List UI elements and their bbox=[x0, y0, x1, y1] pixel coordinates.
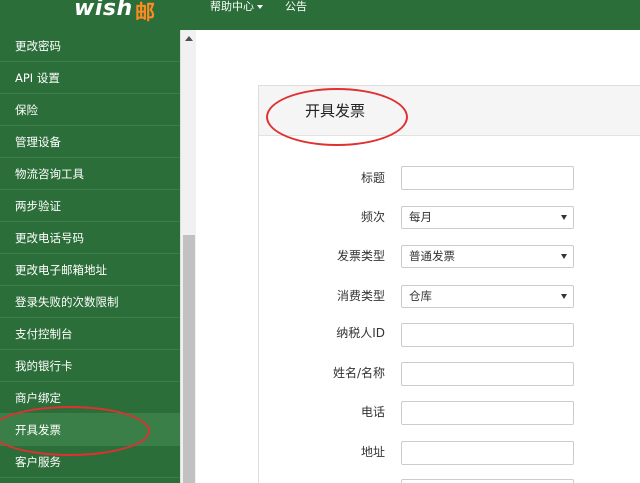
top-nav-bar: wish 邮 帮助中心 公告 bbox=[0, 0, 640, 30]
logo-cn-glyph: 邮 bbox=[135, 0, 155, 24]
sidebar-scrollbar[interactable] bbox=[180, 30, 196, 483]
sidebar-item-api-settings[interactable]: API 设置 bbox=[0, 62, 180, 94]
taxpayer-id-input[interactable] bbox=[401, 323, 574, 347]
sidebar-item-insurance[interactable]: 保险 bbox=[0, 94, 180, 126]
sidebar-item-change-phone[interactable]: 更改电话号码 bbox=[0, 222, 180, 254]
invoice-type-select[interactable]: 普通发票 bbox=[401, 245, 574, 268]
notice-link[interactable]: 公告 bbox=[285, 0, 307, 14]
dropdown-arrow-icon bbox=[561, 215, 567, 220]
name-label: 姓名/名称 bbox=[332, 366, 385, 380]
phone-input[interactable] bbox=[401, 401, 574, 425]
dropdown-arrow-icon bbox=[561, 294, 567, 299]
sidebar-item-login-failure-limit[interactable]: 登录失败的次数限制 bbox=[0, 286, 180, 318]
sidebar-item-two-step-verification[interactable]: 两步验证 bbox=[0, 190, 180, 222]
sidebar-item-logistics-tool[interactable]: 物流咨询工具 bbox=[0, 158, 180, 190]
scroll-up-arrow-icon[interactable] bbox=[185, 36, 193, 41]
sidebar-item-manage-devices[interactable]: 管理设备 bbox=[0, 126, 180, 158]
frequency-selected-value: 每月 bbox=[409, 210, 432, 224]
sidebar-item-payment-console[interactable]: 支付控制台 bbox=[0, 318, 180, 350]
help-center-menu[interactable]: 帮助中心 bbox=[210, 0, 263, 14]
next-field-input[interactable] bbox=[401, 479, 574, 483]
phone-label: 电话 bbox=[360, 405, 385, 419]
title-label: 标题 bbox=[360, 171, 385, 185]
sidebar-item-bank-card[interactable]: 我的银行卡 bbox=[0, 350, 180, 382]
help-center-label: 帮助中心 bbox=[210, 0, 254, 13]
invoice-type-label: 发票类型 bbox=[336, 249, 385, 263]
taxpayer-id-label: 纳税人ID bbox=[336, 326, 385, 340]
address-label: 地址 bbox=[360, 445, 385, 459]
title-highlight-ellipse bbox=[266, 88, 408, 146]
dropdown-arrow-icon bbox=[561, 254, 567, 259]
scrollbar-thumb[interactable] bbox=[183, 235, 195, 483]
consumption-type-label: 消费类型 bbox=[336, 289, 385, 303]
caret-down-icon bbox=[257, 5, 263, 9]
wish-logo[interactable]: wish bbox=[74, 0, 133, 21]
address-input[interactable] bbox=[401, 441, 574, 465]
frequency-label: 频次 bbox=[360, 210, 385, 224]
frequency-select[interactable]: 每月 bbox=[401, 206, 574, 229]
sidebar-item-change-email[interactable]: 更改电子邮箱地址 bbox=[0, 254, 180, 286]
consumption-type-selected-value: 仓库 bbox=[409, 289, 432, 303]
sidebar-item-change-password[interactable]: 更改密码 bbox=[0, 30, 180, 62]
title-input[interactable] bbox=[401, 166, 574, 190]
invoice-type-selected-value: 普通发票 bbox=[409, 249, 455, 263]
consumption-type-select[interactable]: 仓库 bbox=[401, 285, 574, 308]
name-input[interactable] bbox=[401, 362, 574, 386]
